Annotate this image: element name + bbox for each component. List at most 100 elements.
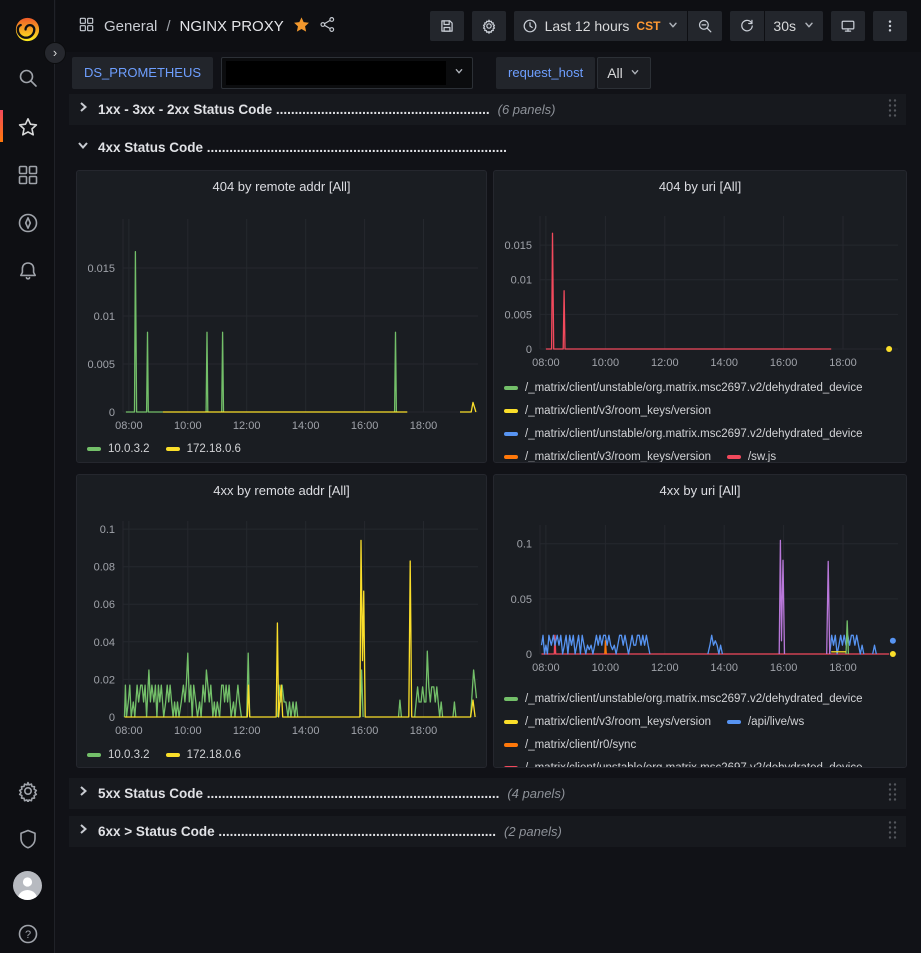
legend-swatch (504, 386, 518, 390)
dashboard-settings-button[interactable] (472, 11, 506, 41)
drag-handle-icon[interactable] (887, 782, 898, 806)
kebab-menu-button[interactable] (873, 11, 907, 41)
svg-text:16:00: 16:00 (351, 420, 379, 432)
zoom-out-button[interactable] (688, 11, 722, 41)
save-icon (439, 18, 455, 34)
panel-title[interactable]: 404 by remote addr [All] (77, 179, 486, 194)
legend-label: 10.0.3.2 (108, 443, 150, 455)
legend-item[interactable]: /_matrix/client/unstable/org.matrix.msc2… (504, 693, 863, 705)
grafana-logo[interactable] (12, 13, 43, 44)
row-title: 6xx > Status Code ......................… (98, 824, 496, 839)
legend-label: 172.18.0.6 (187, 443, 241, 455)
svg-text:0.01: 0.01 (94, 311, 115, 323)
row-4xx[interactable]: 4xx Status Code ........................… (69, 132, 906, 162)
svg-text:18:00: 18:00 (829, 357, 857, 369)
svg-text:12:00: 12:00 (651, 662, 679, 674)
sidebar-expand-button[interactable]: › (44, 42, 66, 64)
svg-text:12:00: 12:00 (233, 420, 261, 432)
sidebar-item-help[interactable]: ? (17, 923, 39, 945)
chevron-right-icon (76, 822, 90, 841)
sidebar-item-starred[interactable] (17, 116, 39, 138)
sidebar-item-alerting[interactable] (17, 260, 39, 282)
variable-label-request-host[interactable]: request_host (496, 57, 595, 89)
legend-row: 10.0.3.2 172.18.0.6 (87, 743, 482, 766)
svg-text:0.06: 0.06 (94, 599, 115, 611)
user-avatar[interactable] (13, 871, 42, 900)
tv-mode-button[interactable] (831, 11, 865, 41)
compass-icon (17, 212, 39, 234)
row-1xx-3xx-2xx[interactable]: 1xx - 3xx - 2xx Status Code ............… (69, 94, 906, 125)
variable-select-ds-prometheus[interactable] (221, 57, 473, 89)
breadcrumb-title[interactable]: NGINX PROXY (180, 18, 284, 35)
panel-title[interactable]: 4xx by uri [All] (494, 483, 906, 498)
share-icon[interactable] (319, 16, 336, 37)
legend-item[interactable]: /_matrix/client/v3/room_keys/version (504, 405, 711, 417)
legend-item[interactable]: 172.18.0.6 (166, 749, 241, 761)
row-6xx[interactable]: 6xx > Status Code ......................… (69, 816, 906, 847)
legend-item[interactable]: 10.0.3.2 (87, 443, 150, 455)
favorite-star-icon[interactable] (293, 16, 310, 37)
drag-handle-icon[interactable] (887, 820, 898, 844)
legend-item[interactable]: 10.0.3.2 (87, 749, 150, 761)
dashboard-body: 1xx - 3xx - 2xx Status Code ............… (56, 94, 921, 847)
panel-title[interactable]: 404 by uri [All] (494, 179, 906, 194)
panel-chart[interactable]: 00.020.040.060.080.108:0010:0012:0014:00… (77, 475, 486, 767)
legend-item[interactable]: /api/live/ws (727, 716, 804, 728)
legend-label: /sw.js (748, 451, 776, 463)
legend-row: /_matrix/client/unstable/org.matrix.msc2… (504, 687, 902, 710)
sidebar-item-settings[interactable] (17, 780, 39, 802)
legend-row: /_matrix/client/unstable/org.matrix.msc2… (504, 422, 902, 445)
svg-text:0: 0 (109, 712, 115, 724)
legend-item[interactable]: /_matrix/client/unstable/org.matrix.msc2… (504, 762, 863, 769)
legend-item[interactable]: /_matrix/client/unstable/org.matrix.msc2… (504, 428, 863, 440)
legend-item[interactable]: /_matrix/client/unstable/org.matrix.msc2… (504, 382, 863, 394)
legend-swatch (87, 753, 101, 757)
time-range-picker[interactable]: Last 12 hours CST (514, 11, 688, 41)
svg-text:0.02: 0.02 (94, 674, 115, 686)
svg-text:0.005: 0.005 (87, 359, 115, 371)
legend-swatch (87, 447, 101, 451)
sidebar-item-dashboards[interactable] (17, 164, 39, 186)
refresh-interval-picker[interactable]: 30s (765, 11, 823, 41)
legend-swatch (727, 455, 741, 459)
row-5xx[interactable]: 5xx Status Code ........................… (69, 778, 906, 809)
legend-label: /_matrix/client/unstable/org.matrix.msc2… (525, 762, 863, 769)
row-panel-count: (6 panels) (498, 102, 556, 117)
svg-text:0.1: 0.1 (100, 524, 115, 536)
panel-title[interactable]: 4xx by remote addr [All] (77, 483, 486, 498)
drag-handle-icon[interactable] (887, 98, 898, 122)
refresh-button[interactable] (730, 11, 764, 41)
sidebar-item-search[interactable] (17, 67, 39, 89)
variable-label-ds-prometheus[interactable]: DS_PROMETHEUS (72, 57, 213, 89)
svg-text:18:00: 18:00 (829, 662, 857, 674)
refresh-interval-label: 30s (773, 18, 796, 34)
legend-item[interactable]: /_matrix/client/v3/room_keys/version (504, 716, 711, 728)
breadcrumb-section[interactable]: General (104, 18, 157, 35)
svg-text:16:00: 16:00 (770, 662, 798, 674)
redacted-value (226, 61, 446, 85)
bell-icon (17, 260, 39, 282)
chevron-down-icon (667, 18, 679, 34)
svg-text:0.015: 0.015 (87, 263, 115, 275)
breadcrumb-separator: / (166, 18, 170, 35)
legend-label: /_matrix/client/v3/room_keys/version (525, 405, 711, 417)
svg-text:12:00: 12:00 (651, 357, 679, 369)
svg-text:14:00: 14:00 (292, 420, 320, 432)
sidebar-item-admin[interactable] (17, 828, 39, 850)
svg-text:0.01: 0.01 (511, 275, 532, 287)
save-dashboard-button[interactable] (430, 11, 464, 41)
variables-row: DS_PROMETHEUS request_host All (56, 52, 921, 93)
panel-chart[interactable]: 00.0050.010.01508:0010:0012:0014:0016:00… (77, 171, 486, 462)
legend-swatch (166, 447, 180, 451)
sidebar-item-explore[interactable] (17, 212, 39, 234)
dashboard-grid-icon[interactable] (78, 16, 95, 37)
legend-item[interactable]: /_matrix/client/v3/room_keys/version (504, 451, 711, 463)
legend-swatch (504, 720, 518, 724)
legend-item[interactable]: 172.18.0.6 (166, 443, 241, 455)
legend-item[interactable]: /_matrix/client/r0/sync (504, 739, 636, 751)
legend-item[interactable]: /sw.js (727, 451, 776, 463)
grafana-app: › ? (0, 0, 921, 953)
chevron-right-icon (76, 784, 90, 803)
variable-value-request-host[interactable]: All (597, 57, 651, 89)
svg-text:18:00: 18:00 (410, 420, 438, 432)
